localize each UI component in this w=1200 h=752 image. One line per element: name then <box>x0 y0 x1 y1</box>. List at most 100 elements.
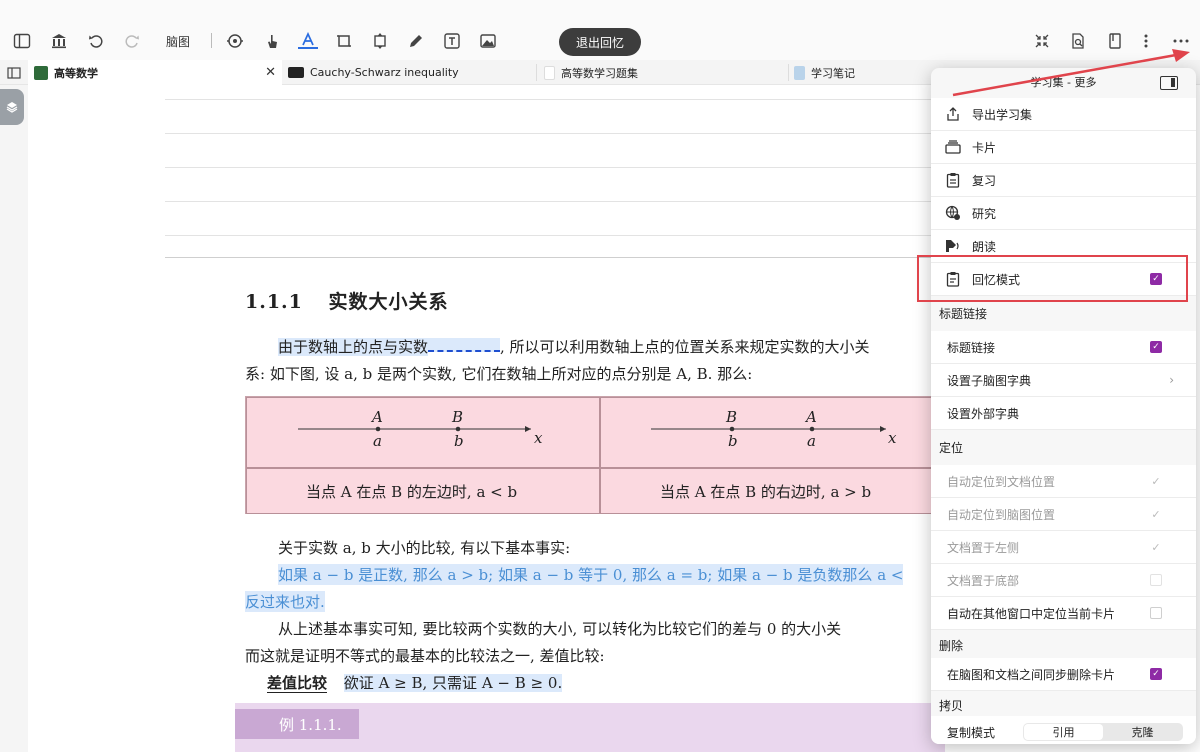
exit-recall-button[interactable]: 退出回忆 <box>559 28 641 56</box>
page-rule <box>165 99 945 100</box>
menu-item-label: 文档置于左侧 <box>947 540 1020 555</box>
active-tool-indicator <box>298 47 318 49</box>
highlighted-text[interactable]: 由于数轴上的点与实数 <box>278 338 429 356</box>
menu-item-label: 导出学习集 <box>972 107 1033 122</box>
doc-search-icon[interactable] <box>1067 30 1089 52</box>
menu-item-label: 自动在其他窗口中定位当前卡片 <box>947 606 1116 621</box>
menu-item-auto-locate-doc[interactable]: 自动定位到文档位置 ✓ <box>931 465 1196 498</box>
checkbox-disabled[interactable]: ✓ <box>1150 475 1162 488</box>
figure-caption: 当点 A 在点 B 的右边时, a > b <box>660 483 872 501</box>
point-label: B <box>726 408 738 426</box>
highlighted-text[interactable]: 如果 a − b 是正数, 那么 a > b; 如果 a − b 等于 0, 那… <box>278 564 904 585</box>
menu-item-export[interactable]: 导出学习集 <box>931 98 1196 131</box>
segment-clone[interactable]: 克隆 <box>1103 724 1182 740</box>
cards-icon <box>945 139 961 155</box>
menu-item-label: 复制模式 <box>947 725 996 740</box>
vertical-more-icon[interactable] <box>1135 30 1157 52</box>
axis-label: x <box>888 429 897 447</box>
book-cover-icon <box>544 65 555 80</box>
figure-caption: 当点 A 在点 B 的左边时, a < b <box>306 483 518 501</box>
tab-exercise-set[interactable]: 高等数学习题集 <box>540 60 790 85</box>
tab-cauchy-schwarz[interactable]: Cauchy-Schwarz inequality <box>282 60 534 85</box>
tab-gaodeng-shuxue[interactable]: 高等数学 ✕ <box>28 60 282 85</box>
tab-label: 高等数学 <box>54 66 98 80</box>
book-icon[interactable] <box>1104 30 1126 52</box>
book-cover-icon <box>794 65 805 80</box>
page-rule <box>165 167 945 168</box>
read-aloud-icon <box>945 238 961 254</box>
collapse-icon[interactable] <box>1031 30 1053 52</box>
highlighted-text[interactable]: 反过来也对. <box>245 591 325 612</box>
app-window: 脑图 退出回忆 高等数学 ✕ Cauchy-Schwarz inequality… <box>0 0 1200 752</box>
pen-icon[interactable] <box>405 30 427 52</box>
image-icon[interactable] <box>477 30 499 52</box>
more-icon[interactable] <box>1170 30 1192 52</box>
tab-divider <box>788 64 789 81</box>
menu-item-doc-bottom[interactable]: 文档置于底部 <box>931 564 1196 597</box>
checkbox-checked[interactable]: ✓ <box>1150 341 1162 353</box>
menu-item-doc-left[interactable]: 文档置于左侧 ✓ <box>931 531 1196 564</box>
menu-item-submindmap-dict[interactable]: 设置子脑图字典 › <box>931 364 1196 397</box>
page-break <box>165 257 945 258</box>
point-label: A <box>372 408 383 426</box>
menu-item-review[interactable]: 复习 <box>931 164 1196 197</box>
redo-icon[interactable] <box>121 30 143 52</box>
book-cover-icon <box>34 65 48 80</box>
menu-item-research[interactable]: 研究 <box>931 197 1196 230</box>
tab-study-notes[interactable]: 学习笔记 <box>792 60 932 85</box>
tab-label: 高等数学习题集 <box>561 66 638 80</box>
mindmap-toggle[interactable]: 脑图 <box>166 33 190 50</box>
number-line-graphic <box>298 426 886 432</box>
hand-icon[interactable] <box>261 30 283 52</box>
review-icon <box>945 172 961 188</box>
point-label: B <box>452 408 464 426</box>
menu-item-title-link[interactable]: 标题链接 ✓ <box>931 331 1196 364</box>
lasso-icon[interactable] <box>224 30 246 52</box>
section-header: 定位 <box>939 441 964 455</box>
menu-item-label: 在脑图和文档之间同步删除卡片 <box>947 667 1116 682</box>
crop-icon[interactable] <box>333 30 355 52</box>
axis-label: x <box>534 429 543 447</box>
split-view-icon[interactable] <box>0 60 28 85</box>
menu-title: 学习集 - 更多 <box>1030 76 1097 89</box>
menu-item-auto-locate-mindmap[interactable]: 自动定位到脑图位置 ✓ <box>931 498 1196 531</box>
close-icon[interactable]: ✕ <box>265 65 276 80</box>
paragraph-line: 由于数轴上的点与实数 , 所以可以利用数轴上点的位置关系来规定实数的大小关 <box>278 336 870 357</box>
layers-icon[interactable] <box>0 89 24 125</box>
left-gutter <box>0 85 28 752</box>
point-label: a <box>373 432 382 450</box>
menu-item-external-dict[interactable]: 设置外部字典 <box>931 397 1196 430</box>
menu-item-sync-delete[interactable]: 在脑图和文档之间同步删除卡片 ✓ <box>931 658 1196 691</box>
undo-icon[interactable] <box>85 30 107 52</box>
recall-blank[interactable] <box>428 338 501 352</box>
transform-icon[interactable] <box>369 30 391 52</box>
textbox-icon[interactable] <box>441 30 463 52</box>
panel-toggle-icon[interactable] <box>1160 76 1178 90</box>
checkbox-unchecked[interactable] <box>1150 607 1162 619</box>
checkbox-disabled[interactable]: ✓ <box>1150 508 1162 521</box>
checkbox-unchecked[interactable] <box>1150 574 1162 586</box>
checkbox-disabled[interactable]: ✓ <box>1150 541 1162 554</box>
chevron-right-icon: › <box>1169 373 1174 387</box>
menu-item-label: 研究 <box>972 206 997 221</box>
segment-reference[interactable]: 引用 <box>1024 724 1103 740</box>
tab-label: Cauchy-Schwarz inequality <box>310 66 459 79</box>
menu-item-auto-locate-other[interactable]: 自动在其他窗口中定位当前卡片 <box>931 597 1196 630</box>
document-page[interactable]: 1.1.1 实数大小关系 由于数轴上的点与实数 , 所以可以利用数轴上点的位置关系… <box>165 85 945 752</box>
page-rule <box>165 201 945 202</box>
toolbar-divider <box>211 33 212 48</box>
sidebar-icon[interactable] <box>11 30 33 52</box>
menu-item-label: 卡片 <box>972 140 997 155</box>
menu-item-cards[interactable]: 卡片 <box>931 131 1196 164</box>
paragraph-line: 而这就是证明不等式的最基本的比较法之一, 差值比较: <box>245 647 605 665</box>
left-panel <box>0 85 165 752</box>
menu-item-label: 朗读 <box>972 239 997 254</box>
highlighted-text[interactable]: 欲证 A ≥ B, 只需证 A − B ≥ 0. <box>343 674 563 692</box>
checkbox-checked[interactable]: ✓ <box>1150 668 1162 680</box>
export-icon <box>945 106 961 122</box>
study-set-more-menu: 学习集 - 更多 导出学习集 卡片 复习 研究 朗读 回忆模式 ✓ 标题链接 标… <box>931 68 1196 744</box>
library-icon[interactable] <box>48 30 70 52</box>
point-label: b <box>728 432 738 450</box>
menu-item-copy-mode: 复制模式 引用 克隆 <box>931 716 1196 744</box>
paragraph-line: 关于实数 a, b 大小的比较, 有以下基本事实: <box>278 539 571 557</box>
